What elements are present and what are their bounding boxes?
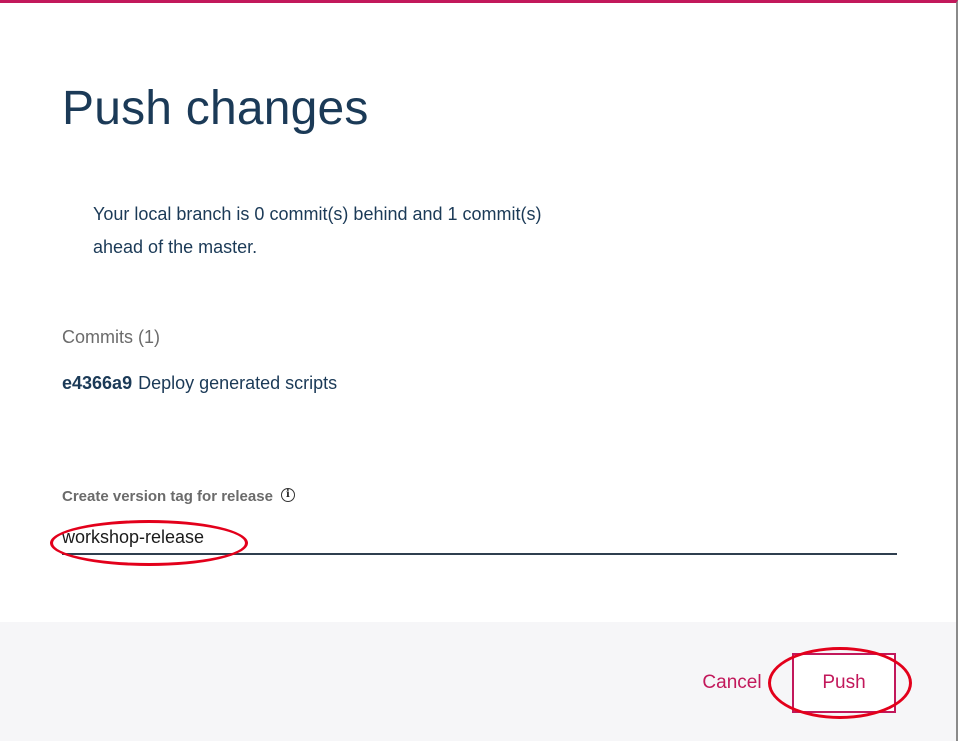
push-button[interactable]: Push <box>792 653 896 713</box>
dialog-title: Push changes <box>62 82 369 135</box>
version-tag-label-row: Create version tag for release i <box>62 487 295 505</box>
info-icon[interactable]: i <box>280 487 295 502</box>
branch-status-text: Your local branch is 0 commit(s) behind … <box>93 198 613 264</box>
version-tag-label: Create version tag for release <box>62 488 273 505</box>
branch-status-line-2: ahead of the master. <box>93 237 258 257</box>
commit-message: Deploy generated scripts <box>138 373 338 393</box>
commits-heading: Commits (1) <box>62 327 160 347</box>
commit-item: e4366a9 Deploy generated scripts <box>62 373 337 394</box>
version-tag-input[interactable] <box>62 521 897 555</box>
push-changes-dialog: Push changes Your local branch is 0 comm… <box>0 0 958 741</box>
commit-hash: e4366a9 <box>62 373 133 393</box>
cancel-button[interactable]: Cancel <box>690 653 774 713</box>
branch-status-line-1: Your local branch is 0 commit(s) behind … <box>93 204 542 224</box>
